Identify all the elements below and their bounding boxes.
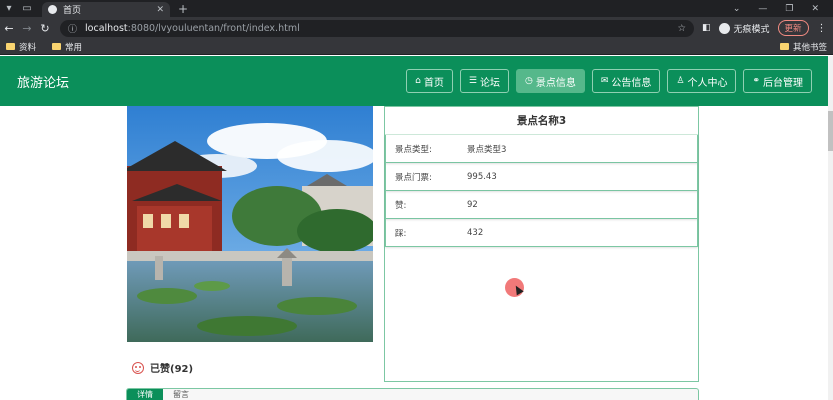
minimize-icon[interactable]: — <box>758 4 767 14</box>
reload-icon[interactable]: ↻ <box>36 17 54 39</box>
info-icon[interactable]: ⓘ <box>68 22 77 35</box>
address-bar[interactable]: ⓘ localhost :8080/lvyouluentan/front/ind… <box>60 19 694 37</box>
nav-personal-center[interactable]: ♙ 个人中心 <box>667 69 737 93</box>
incognito-label: 无痕模式 <box>733 24 770 35</box>
nav-label: 个人中心 <box>687 77 728 89</box>
site-header: 旅游论坛 ⌂ 首页 ☰ 论坛 ◷ 景点信息 ✉ 公告信息 ♙ 个人中心 ⚭ 后台… <box>0 56 828 106</box>
url-path: :8080/lvyouluentan/front/index.html <box>127 22 300 34</box>
like-status[interactable]: 已赞(92) <box>132 360 193 375</box>
scenic-name: 景点名称3 <box>385 107 698 135</box>
page-scrollbar[interactable] <box>828 56 833 400</box>
info-row-dislikes: 踩: 432 <box>385 219 698 247</box>
nav-notices[interactable]: ✉ 公告信息 <box>591 69 661 93</box>
tab-details[interactable]: 详情 <box>127 389 163 400</box>
tab-comments[interactable]: 留言 <box>163 389 199 400</box>
info-row-ticket: 景点门票: 995.43 <box>385 163 698 191</box>
link-icon: ⚭ <box>752 76 760 86</box>
folder-icon <box>6 43 15 50</box>
update-button[interactable]: 更新 <box>777 20 809 36</box>
folder-icon <box>779 43 789 50</box>
detail-tabs: 详情 留言 <box>126 388 699 400</box>
row-label: 赞: <box>395 200 407 211</box>
site-brand[interactable]: 旅游论坛 <box>17 72 69 91</box>
nav-home[interactable]: ⌂ 首页 <box>406 69 453 93</box>
bookmark-folder-changyong[interactable]: 常用 <box>52 41 82 53</box>
nav-label: 后台管理 <box>763 77 803 89</box>
scenic-photo <box>127 106 373 342</box>
nav-forum[interactable]: ☰ 论坛 <box>459 69 509 93</box>
bookmark-star-icon[interactable]: ☆ <box>677 23 686 34</box>
user-icon: ♙ <box>676 76 685 86</box>
main-nav: ⌂ 首页 ☰ 论坛 ◷ 景点信息 ✉ 公告信息 ♙ 个人中心 ⚭ 后台管理 <box>406 69 812 93</box>
smile-icon <box>132 361 144 374</box>
browser-tab-strip: ▾ ▭ 首页 ✕ + ⌄ — ❐ ✕ <box>0 0 833 17</box>
menu-icon[interactable]: ⋮ <box>817 23 827 34</box>
tab-search-icon[interactable]: ▾ <box>0 0 18 17</box>
browser-toolbar: ← → ↻ ⓘ localhost :8080/lvyouluentan/fro… <box>0 17 833 39</box>
row-value: 92 <box>467 199 478 210</box>
like-count-label: 已赞(92) <box>150 364 194 375</box>
clock-icon: ◷ <box>524 76 533 86</box>
forward-icon[interactable]: → <box>18 17 36 39</box>
row-value: 432 <box>467 227 484 238</box>
row-value: 景点类型3 <box>467 144 507 155</box>
nav-label: 景点信息 <box>535 77 576 89</box>
restore-icon[interactable]: ❐ <box>785 4 793 14</box>
scenic-info-panel: 景点名称3 景点类型: 景点类型3 景点门票: 995.43 赞: 92 踩: … <box>384 106 699 382</box>
bookmark-label: 常用 <box>65 42 83 53</box>
nav-admin[interactable]: ⚭ 后台管理 <box>743 69 812 93</box>
chevron-down-icon[interactable]: ⌄ <box>733 4 741 14</box>
nav-scenic-info[interactable]: ◷ 景点信息 <box>515 69 585 93</box>
globe-icon <box>48 5 57 14</box>
close-tab-icon[interactable]: ✕ <box>156 5 164 15</box>
scenic-photo-image <box>127 106 373 342</box>
row-label: 景点类型: <box>395 144 432 155</box>
close-window-icon[interactable]: ✕ <box>811 4 819 14</box>
scrollbar-thumb[interactable] <box>828 111 833 151</box>
info-row-type: 景点类型: 景点类型3 <box>385 135 698 163</box>
home-icon: ⌂ <box>415 76 421 86</box>
other-bookmarks[interactable]: 其他书签 <box>779 41 827 53</box>
tab-title: 首页 <box>63 6 82 16</box>
new-tab-icon[interactable]: + <box>178 2 188 16</box>
row-value: 995.43 <box>467 171 497 182</box>
back-icon[interactable]: ← <box>0 17 18 39</box>
folder-icon <box>52 43 62 50</box>
bookmark-label: 资料 <box>19 42 37 53</box>
incognito-icon <box>718 22 730 34</box>
forum-icon: ☰ <box>468 76 477 86</box>
url-host: localhost <box>85 22 128 34</box>
row-label: 景点门票: <box>395 172 432 183</box>
window-controls: ⌄ — ❐ ✕ <box>733 0 833 17</box>
incognito-indicator[interactable]: 无痕模式 <box>718 22 770 35</box>
nav-label: 公告信息 <box>611 77 652 89</box>
other-bookmarks-label: 其他书签 <box>792 42 827 53</box>
window-icon[interactable]: ▭ <box>18 0 36 17</box>
info-row-likes: 赞: 92 <box>385 191 698 219</box>
row-label: 踩: <box>395 228 407 239</box>
bookmarks-bar: 资料 常用 其他书签 <box>0 39 833 55</box>
bookmark-folder-ziliao[interactable]: 资料 <box>6 41 36 53</box>
side-panel-icon[interactable]: ◧ <box>702 23 711 33</box>
browser-tab[interactable]: 首页 ✕ <box>42 2 170 17</box>
nav-label: 首页 <box>423 77 444 89</box>
mail-icon: ✉ <box>600 76 609 86</box>
nav-label: 论坛 <box>479 77 500 89</box>
